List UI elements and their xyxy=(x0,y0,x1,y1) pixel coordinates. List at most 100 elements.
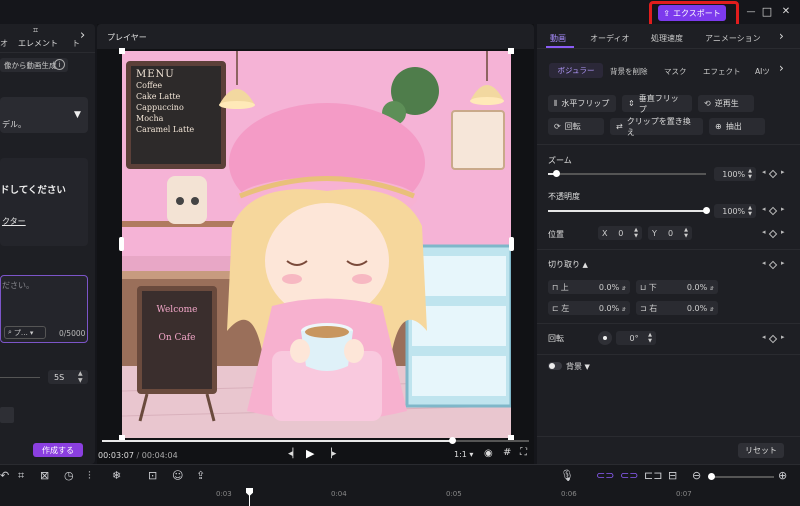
extract-button[interactable]: ⊕ 抽出 xyxy=(709,118,765,135)
play-icon[interactable]: ▶ xyxy=(306,447,314,460)
prompt-chip[interactable]: ⌕ プ… ▾ xyxy=(4,326,46,339)
export-button[interactable]: ⇪ エクスポート xyxy=(658,5,726,21)
undo-icon[interactable]: ↶ xyxy=(0,469,9,482)
rotate-dial[interactable] xyxy=(598,331,612,345)
timeline-zoom-slider[interactable] xyxy=(708,473,774,480)
export-frame-icon[interactable]: ⇪ xyxy=(196,469,205,482)
subtab-mask[interactable]: マスク xyxy=(664,66,687,77)
upload-area[interactable] xyxy=(0,158,88,246)
microphone-icon[interactable]: 🎙 xyxy=(560,469,574,482)
text-icon[interactable]: ⊡ xyxy=(148,469,157,482)
close-button[interactable]: ✕ xyxy=(779,4,793,18)
left-divider xyxy=(0,52,95,53)
video-frame[interactable]: MENU Coffee Cake Latte Cappuccino Mocha … xyxy=(122,51,511,438)
subtab-popular[interactable]: ボジュラー xyxy=(549,63,603,78)
opacity-slider[interactable] xyxy=(548,207,710,214)
grid-icon[interactable]: # xyxy=(503,447,511,458)
info-icon[interactable]: i xyxy=(54,59,65,70)
face-icon[interactable]: ☺ xyxy=(172,469,183,482)
keyframe-next-icon[interactable]: ▸ xyxy=(781,228,785,236)
fit-icon[interactable]: ⊟ xyxy=(668,469,677,482)
keyframe-next-icon[interactable]: ▸ xyxy=(781,259,785,267)
keyframe-next-icon[interactable]: ▸ xyxy=(781,333,785,341)
background-toggle[interactable] xyxy=(548,362,562,370)
minimize-button[interactable]: — xyxy=(744,5,758,19)
position-y-label: Y xyxy=(652,228,657,238)
create-button[interactable]: 作成する xyxy=(33,443,83,457)
background-label[interactable]: 背景 ▼ xyxy=(566,361,590,372)
zoom-slider[interactable] xyxy=(548,170,706,177)
frame-handle[interactable] xyxy=(119,237,124,251)
position-x-field[interactable]: X 0 ▲ ▼ xyxy=(598,226,642,240)
left-tab-a[interactable]: オ xyxy=(0,38,8,49)
keyframe-prev-icon[interactable]: ◂ xyxy=(762,168,766,176)
rotate-field[interactable]: 0° ▲ ▼ xyxy=(616,331,656,345)
crop-icon[interactable]: ⌗ xyxy=(18,469,24,483)
tab-video[interactable]: 動画 xyxy=(550,33,566,44)
tab-animation[interactable]: アニメーション xyxy=(705,33,761,44)
crop-top-field[interactable]: ⊓ 上 0.0% ⇵ xyxy=(548,280,630,294)
reverse-button[interactable]: ⟲ 逆再生 xyxy=(698,95,754,112)
crop-bottom-field[interactable]: ⊔ 下 0.0% ⇵ xyxy=(636,280,718,294)
prev-frame-icon[interactable]: ◂▏ xyxy=(288,449,299,459)
link-icon[interactable]: ⊂⊃ xyxy=(596,469,614,482)
duration-slider-track[interactable] xyxy=(0,377,40,378)
tab-audio[interactable]: オーディオ xyxy=(590,33,629,44)
fullscreen-icon[interactable]: ⛶ xyxy=(520,447,527,458)
keyframe-next-icon[interactable]: ▸ xyxy=(781,205,785,213)
keyframe-prev-icon[interactable]: ◂ xyxy=(762,205,766,213)
crop-label[interactable]: 切り取り ▲ xyxy=(548,259,588,270)
frame-handle[interactable] xyxy=(119,48,125,54)
aspect-ratio[interactable]: 1:1 ▾ xyxy=(454,450,473,459)
position-y-field[interactable]: Y 0 ▲ ▼ xyxy=(648,226,692,240)
zoom-in-icon[interactable]: ⊕ xyxy=(778,469,787,482)
player-progress-track[interactable] xyxy=(102,437,529,444)
timeline-zoom-knob[interactable] xyxy=(708,473,715,480)
vflip-icon: ⇕ xyxy=(628,99,635,108)
subtabs-more-chevron-icon[interactable]: › xyxy=(779,61,784,75)
keyframe-next-icon[interactable]: ▸ xyxy=(781,168,785,176)
next-frame-icon[interactable]: ▕▸ xyxy=(325,449,336,459)
tabs-more-chevron-icon[interactable]: › xyxy=(779,29,784,43)
audio-wave-icon[interactable]: ⫶ xyxy=(88,469,91,483)
speed-icon[interactable]: ◷ xyxy=(64,469,74,482)
hflip-label: 水平フリップ xyxy=(561,99,610,108)
crop-right-field[interactable]: ⊐ 右 0.0% ⇵ xyxy=(636,301,718,315)
left-tab-elements[interactable]: エレメント xyxy=(18,38,58,49)
magnet-icon[interactable]: ⊂⊃ xyxy=(620,469,638,482)
split-icon[interactable]: ⊏⊐ xyxy=(644,469,662,482)
vflip-button[interactable]: ⇕ 垂直フリップ xyxy=(622,94,692,114)
opacity-slider-knob[interactable] xyxy=(703,207,710,214)
zoom-slider-knob[interactable] xyxy=(552,170,560,177)
zoom-out-icon[interactable]: ⊖ xyxy=(692,469,701,482)
upload-link[interactable]: クター xyxy=(2,216,26,227)
zoom-value[interactable]: 100% ▲ ▼ xyxy=(714,167,756,181)
maximize-button[interactable]: □ xyxy=(760,4,774,18)
subtab-effect[interactable]: エフェクト xyxy=(703,66,741,77)
playhead-line xyxy=(249,495,250,506)
snapshot-icon[interactable]: ◉ xyxy=(484,448,493,459)
reset-button[interactable]: リセット xyxy=(738,443,784,458)
hflip-button[interactable]: ⫴ 水平フリップ xyxy=(548,95,616,112)
tab-speed[interactable]: 処理速度 xyxy=(651,33,683,44)
frame-handle[interactable] xyxy=(508,48,514,54)
freeze-icon[interactable]: ❄ xyxy=(112,469,121,482)
opacity-value[interactable]: 100% ▲ ▼ xyxy=(714,204,756,218)
duration-stepper-icon[interactable]: ▲ ▼ xyxy=(78,370,83,384)
keyframe-prev-icon[interactable]: ◂ xyxy=(762,333,766,341)
subtab-ai-tools[interactable]: AIツ xyxy=(755,66,769,77)
replace-clip-button[interactable]: ⇄ クリップを置き換え xyxy=(610,117,703,137)
cafe-sign-line: Welcome xyxy=(156,305,198,315)
trim-icon[interactable]: ⊠ xyxy=(40,469,49,482)
aspect-ratio-label: 1:1 xyxy=(454,450,467,459)
left-collapse-chevron-icon[interactable]: › xyxy=(80,28,85,43)
keyframe-prev-icon[interactable]: ◂ xyxy=(762,228,766,236)
position-label: 位置 xyxy=(548,230,564,239)
crop-left-field[interactable]: ⊏ 左 0.0% ⇵ xyxy=(548,301,630,315)
left-tab-c[interactable]: ト xyxy=(72,38,80,49)
rotate-button[interactable]: ⟳ 回転 xyxy=(548,118,604,135)
frame-handle[interactable] xyxy=(509,237,514,251)
subtab-remove-bg[interactable]: 背景を削除 xyxy=(610,66,648,77)
keyframe-prev-icon[interactable]: ◂ xyxy=(762,259,766,267)
section-divider xyxy=(537,249,800,250)
